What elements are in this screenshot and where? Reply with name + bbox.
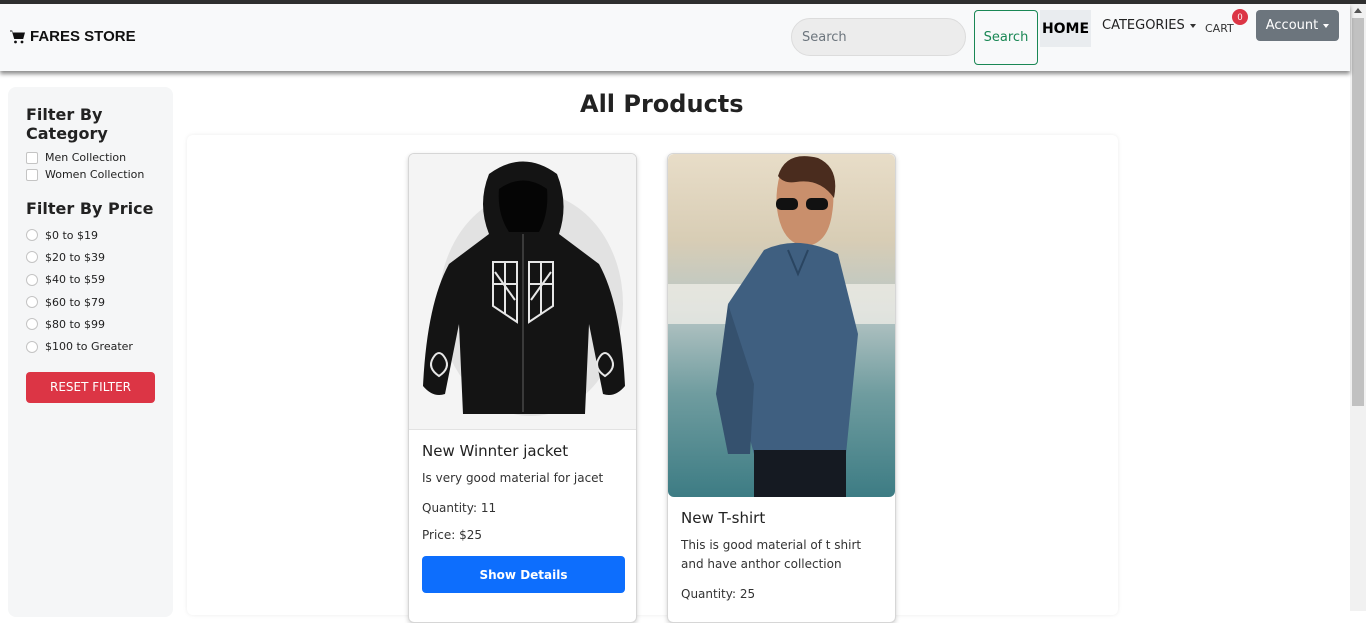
account-dropdown-button[interactable]: Account bbox=[1256, 10, 1339, 41]
page-scrollbar[interactable] bbox=[1350, 4, 1366, 611]
filter-label: $20 to $39 bbox=[45, 250, 106, 264]
filter-women-collection[interactable]: Women Collection bbox=[26, 166, 173, 183]
filter-men-collection[interactable]: Men Collection bbox=[26, 149, 173, 166]
products-panel bbox=[187, 135, 1118, 615]
filter-sidebar: Filter By Category Men Collection Women … bbox=[8, 87, 173, 617]
product-image-tshirt[interactable] bbox=[668, 154, 895, 497]
filter-price-60-79[interactable]: $60 to $79 bbox=[26, 291, 173, 313]
scroll-up-arrow-icon[interactable] bbox=[1354, 8, 1362, 13]
product-name: New Winnter jacket bbox=[422, 442, 569, 460]
filter-category-heading: Filter By Category bbox=[26, 105, 108, 143]
nav-cart-link[interactable]: CART bbox=[1205, 22, 1234, 35]
product-name: New T-shirt bbox=[681, 509, 766, 527]
top-navbar: FARES STORE Search Search HOME CATEGORIE… bbox=[0, 4, 1350, 71]
filter-label: $100 to Greater bbox=[45, 340, 133, 354]
radio-button[interactable] bbox=[26, 273, 38, 286]
product-card-body: New T-shirt This is good material of t s… bbox=[668, 497, 895, 601]
product-quantity: Quantity: 11 bbox=[422, 501, 497, 515]
nav-categories-label: CATEGORIES bbox=[1102, 18, 1185, 33]
product-image-jacket[interactable] bbox=[409, 154, 636, 430]
model-photo-icon bbox=[668, 156, 895, 497]
reset-filter-button[interactable]: RESET FILTER bbox=[26, 371, 155, 403]
radio-button[interactable] bbox=[26, 251, 38, 264]
checkbox[interactable] bbox=[26, 151, 38, 164]
radio-button[interactable] bbox=[26, 229, 38, 242]
radio-button[interactable] bbox=[26, 296, 38, 309]
checkbox[interactable] bbox=[26, 168, 38, 181]
chevron-down-icon bbox=[1323, 23, 1330, 28]
scrollbar-thumb[interactable] bbox=[1352, 18, 1364, 406]
product-card: New T-shirt This is good material of t s… bbox=[667, 153, 896, 623]
radio-button[interactable] bbox=[26, 340, 38, 353]
filter-label: $40 to $59 bbox=[45, 273, 106, 287]
search-button[interactable]: Search bbox=[974, 10, 1038, 65]
cart-icon bbox=[10, 30, 25, 43]
product-card: New Winnter jacket Is very good material… bbox=[408, 153, 637, 623]
search-placeholder: Search bbox=[802, 29, 847, 45]
filter-price-40-59[interactable]: $40 to $59 bbox=[26, 269, 173, 291]
nav-categories-dropdown[interactable]: CATEGORIES bbox=[1102, 18, 1196, 33]
filter-label: Women Collection bbox=[45, 168, 145, 181]
radio-button[interactable] bbox=[26, 318, 38, 331]
filter-label: Men Collection bbox=[45, 151, 127, 164]
filter-label: $80 to $99 bbox=[45, 317, 106, 331]
nav-home-link[interactable]: HOME bbox=[1040, 10, 1091, 47]
filter-label: $0 to $19 bbox=[45, 228, 99, 242]
search-input[interactable]: Search bbox=[791, 18, 966, 56]
filter-price-20-39[interactable]: $20 to $39 bbox=[26, 246, 173, 268]
show-details-button[interactable]: Show Details bbox=[422, 556, 625, 593]
filter-price-heading: Filter By Price bbox=[26, 199, 154, 218]
product-description: This is good material of t shirt and hav… bbox=[681, 538, 862, 571]
chevron-down-icon bbox=[1189, 23, 1196, 28]
product-description: Is very good material for jacet bbox=[422, 471, 604, 485]
filter-label: $60 to $79 bbox=[45, 295, 106, 309]
page-title: All Products bbox=[580, 90, 744, 118]
brand-logo[interactable]: FARES STORE bbox=[10, 28, 136, 45]
product-card-body: New Winnter jacket Is very good material… bbox=[409, 430, 636, 593]
account-label: Account bbox=[1265, 18, 1319, 33]
filter-price-80-99[interactable]: $80 to $99 bbox=[26, 313, 173, 335]
product-price: Price: $25 bbox=[422, 528, 483, 542]
filter-price-100-greater[interactable]: $100 to Greater bbox=[26, 335, 173, 357]
cart-count-badge: 0 bbox=[1232, 9, 1248, 25]
product-quantity: Quantity: 25 bbox=[681, 587, 756, 601]
brand-name: FARES STORE bbox=[30, 28, 136, 45]
filter-price-0-19[interactable]: $0 to $19 bbox=[26, 224, 173, 246]
hoodie-icon bbox=[423, 161, 625, 416]
